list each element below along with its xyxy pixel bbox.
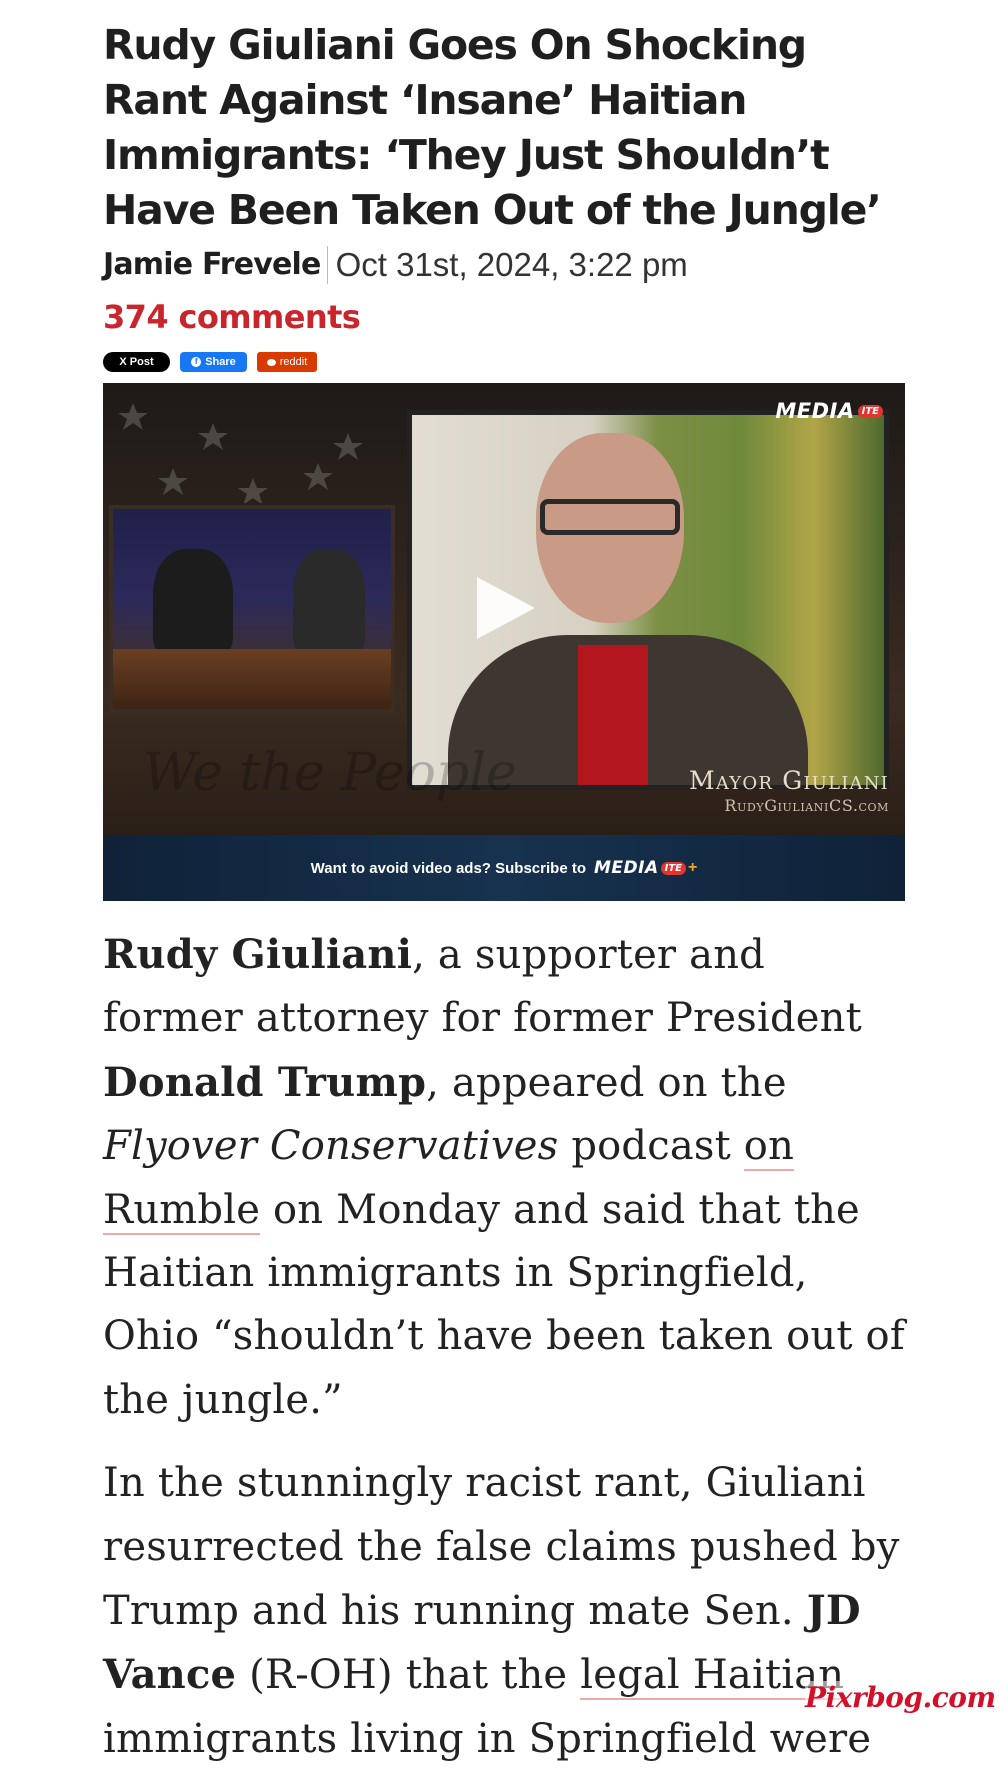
background-script: We the People <box>143 743 517 803</box>
facebook-share-button[interactable]: f Share <box>180 352 247 372</box>
paragraph-2-text-c: immigrants living in Springfield were <box>103 1715 872 1762</box>
podcast-title: Flyover Conservatives <box>103 1123 559 1170</box>
paragraph-2-text-a: In the stunningly racist rant, Giuliani … <box>103 1460 900 1635</box>
facebook-icon: f <box>191 357 202 367</box>
promo-logo-badge: ITE <box>660 861 686 875</box>
studio-desk <box>113 649 391 709</box>
reddit-share-button[interactable]: reddit <box>257 352 317 372</box>
paragraph-2-text-b: (R-OH) that the <box>236 1652 581 1699</box>
guest-glasses <box>540 499 680 535</box>
x-post-label: X Post <box>119 356 154 368</box>
name-giuliani: Rudy Giuliani <box>103 931 413 978</box>
share-bar: X Post f Share reddit <box>103 352 905 372</box>
promo-logo: MEDIA ITE + <box>594 858 697 878</box>
paragraph-2: In the stunningly racist rant, Giuliani … <box>103 1452 905 1771</box>
studio-inset <box>109 505 395 713</box>
reddit-icon <box>266 358 276 366</box>
promo-logo-text: MEDIA <box>593 858 659 878</box>
byline: Jamie Frevele Oct 31st, 2024, 3:22 pm <box>103 244 905 286</box>
promo-plus: + <box>687 859 698 876</box>
play-icon[interactable] <box>477 577 535 639</box>
video-player[interactable]: We the People MEDIA ITE Mayor Giuliani R… <box>103 383 905 835</box>
comments-link[interactable]: 374 comments <box>103 296 905 338</box>
guest-shirt <box>578 645 648 785</box>
x-post-button[interactable]: X Post <box>103 352 170 372</box>
mediaite-logo: MEDIA ITE <box>775 399 883 423</box>
paragraph-1: Rudy Giuliani, a supporter and former at… <box>103 923 905 1432</box>
caption-name: Mayor Giuliani <box>689 766 889 795</box>
promo-text: Want to avoid video ads? Subscribe to <box>310 859 586 877</box>
video-caption: Mayor Giuliani RudyGiulianiCS.com <box>689 767 889 817</box>
name-trump: Donald Trump <box>103 1058 427 1106</box>
paragraph-1-text-c: podcast <box>558 1123 744 1170</box>
facebook-share-label: Share <box>205 356 236 368</box>
logo-badge: ITE <box>857 404 883 418</box>
reddit-share-label: reddit <box>279 356 308 368</box>
subscribe-promo[interactable]: Want to avoid video ads? Subscribe to ME… <box>103 835 905 901</box>
caption-site: RudyGiulianiCS.com <box>724 796 889 815</box>
logo-text: MEDIA <box>775 399 855 423</box>
host-right <box>293 549 365 659</box>
author-link[interactable]: Jamie Frevele <box>103 244 321 286</box>
byline-divider <box>326 246 328 284</box>
article-headline: Rudy Giuliani Goes On Shocking Rant Agai… <box>103 21 882 234</box>
host-left <box>153 549 233 659</box>
site-watermark: Pixrbog.com <box>805 1681 996 1714</box>
publish-date: Oct 31st, 2024, 3:22 pm <box>335 246 688 283</box>
paragraph-1-text-b: , appeared on the <box>426 1059 787 1106</box>
article: Rudy Giuliani Goes On Shocking Rant Agai… <box>103 0 905 1771</box>
